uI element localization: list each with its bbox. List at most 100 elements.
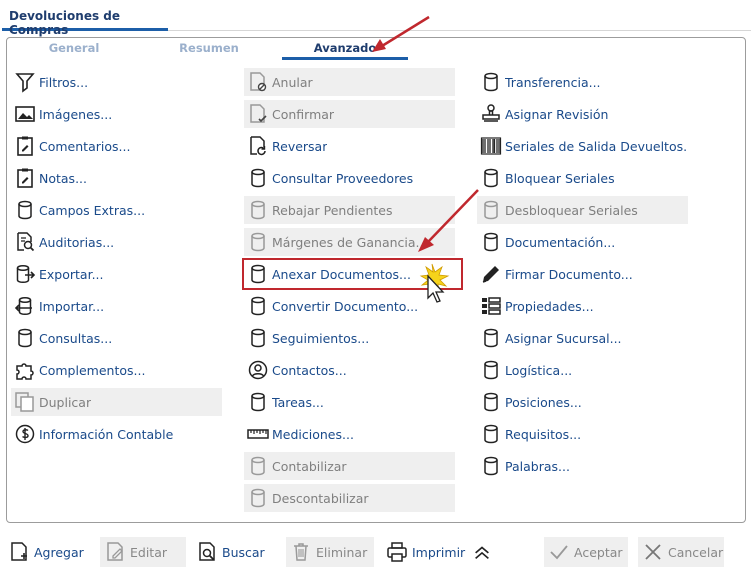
database-icon [484,168,498,188]
export-icon [16,264,36,284]
menu-item-label: Convertir Documento... [272,298,419,314]
delete-button-label: Eliminar [316,544,368,560]
menu-item-logistica[interactable]: Logística... [477,356,688,384]
menu-item-label: Seriales de Salida Devueltos... [505,138,688,154]
tab-resumen[interactable]: Resumen [146,41,272,60]
menu-item-exportar[interactable]: Exportar... [11,260,222,288]
database-icon [484,200,498,220]
menu-item-label: Firmar Documento... [505,266,633,282]
edit-button-label: Editar [130,544,168,560]
menu-item-label: Imágenes... [39,106,113,122]
add-button-label: Agregar [34,544,84,560]
database-icon [251,168,265,188]
menu-item-bloquear-seriales[interactable]: Bloquear Seriales [477,164,688,192]
menu-item-consultar-proveedores[interactable]: Consultar Proveedores [244,164,455,192]
clipboard-edit-icon [17,136,33,156]
database-icon [251,200,265,220]
menu-item-confirmar[interactable]: Confirmar [244,100,455,128]
database-icon [251,264,265,284]
menu-item-firmar-documento[interactable]: Firmar Documento... [477,260,688,288]
database-icon [484,360,498,380]
menu-item-importar[interactable]: Importar... [11,292,222,320]
printer-icon [387,542,407,562]
delete-button[interactable]: Eliminar [286,537,374,567]
menu-item-duplicar[interactable]: Duplicar [11,388,222,416]
menu-item-reversar[interactable]: Reversar [244,132,455,160]
menu-item-transferencia[interactable]: Transferencia... [477,68,688,96]
clipboard-edit-icon [17,168,33,188]
puzzle-icon [16,363,34,380]
cancel-button[interactable]: Cancelar [638,537,724,567]
stamp-icon [482,104,500,122]
add-button[interactable]: Agregar [4,537,90,567]
document-add-icon [11,542,27,561]
menu-item-label: Contactos... [272,362,347,378]
database-icon [484,424,498,444]
menu-item-rebajar-pendientes[interactable]: Rebajar Pendientes [244,196,455,224]
menu-item-label: Tareas... [272,394,324,410]
menu-item-notas[interactable]: Notas... [11,164,222,192]
menu-item-propiedades[interactable]: Propiedades... [477,292,688,320]
menu-item-label: Confirmar [272,106,335,122]
database-icon [251,392,265,412]
menu-item-label: Asignar Revisión [505,106,609,122]
document-edit-icon [107,542,123,561]
menu-item-informacion-contable[interactable]: Información Contable [11,420,222,448]
pen-icon [482,266,499,283]
menu-item-comentarios[interactable]: Comentarios... [11,132,222,160]
menu-item-complementos[interactable]: Complementos... [11,356,222,384]
edit-button[interactable]: Editar [100,537,186,567]
collapse-toolbar-button[interactable] [468,537,496,567]
menu-item-label: Consultas... [39,330,113,346]
menu-item-mediciones[interactable]: Mediciones... [244,420,455,448]
menu-item-documentacion[interactable]: Documentación... [477,228,688,256]
document-revert-icon [250,136,266,156]
document-search-icon [199,542,215,561]
print-button[interactable]: Imprimir [382,537,466,567]
menu-item-seguimientos[interactable]: Seguimientos... [244,324,455,352]
menu-item-convertir-documento[interactable]: Convertir Documento... [244,292,455,320]
menu-item-anexar-documentos[interactable]: Anexar Documentos... [242,258,463,290]
menu-item-desbloquear-seriales[interactable]: Desbloquear Seriales [477,196,688,224]
menu-item-posiciones[interactable]: Posiciones... [477,388,688,416]
menu-item-asignar-revision[interactable]: Asignar Revisión [477,100,688,128]
menu-item-contactos[interactable]: Contactos... [244,356,455,384]
menu-item-label: Auditorias... [39,234,115,250]
search-button[interactable]: Buscar [192,537,278,567]
menu-item-imagenes[interactable]: Imágenes... [11,100,222,128]
menu-item-label: Asignar Sucursal... [505,330,622,346]
accept-button-label: Aceptar [574,544,623,560]
menu-item-requisitos[interactable]: Requisitos... [477,420,688,448]
menu-item-descontabilizar[interactable]: Descontabilizar [244,484,455,512]
menu-item-anular[interactable]: Anular [244,68,455,96]
accept-button[interactable]: Aceptar [544,537,628,567]
menu-item-asignar-sucursal[interactable]: Asignar Sucursal... [477,324,688,352]
menu-item-margenes-de-ganancia[interactable]: Márgenes de Ganancia... [244,228,455,256]
menu-item-contabilizar[interactable]: Contabilizar [244,452,455,480]
menu-item-tareas[interactable]: Tareas... [244,388,455,416]
tab-general[interactable]: General [11,41,137,60]
menu-item-label: Importar... [39,298,105,314]
menu-item-label: Contabilizar [272,458,347,474]
tab-bar: General Resumen Avanzado [7,38,745,60]
menu-item-seriales-de-salida-devueltos[interactable]: Seriales de Salida Devueltos... [477,132,688,160]
menu-item-label: Reversar [272,138,328,154]
menu-item-consultas[interactable]: Consultas... [11,324,222,352]
header-divider [168,30,751,31]
menu-item-label: Seguimientos... [272,330,370,346]
menu-item-campos-extras[interactable]: Campos Extras... [11,196,222,224]
menu-item-palabras[interactable]: Palabras... [477,452,688,480]
menu-item-label: Logística... [505,362,573,378]
menu-item-label: Información Contable [39,426,174,442]
database-icon [484,328,498,348]
menu-item-label: Rebajar Pendientes [272,202,393,218]
tab-avanzado[interactable]: Avanzado [282,41,408,60]
menu-item-filtros[interactable]: Filtros... [11,68,222,96]
menu-item-label: Descontabilizar [272,490,369,506]
audit-search-icon [17,232,35,252]
menu-item-label: Documentación... [505,234,616,250]
menu-item-label: Transferencia... [505,74,601,90]
document-check-icon [250,104,267,123]
menu-item-label: Requisitos... [505,426,582,442]
menu-item-auditorias[interactable]: Auditorias... [11,228,222,256]
